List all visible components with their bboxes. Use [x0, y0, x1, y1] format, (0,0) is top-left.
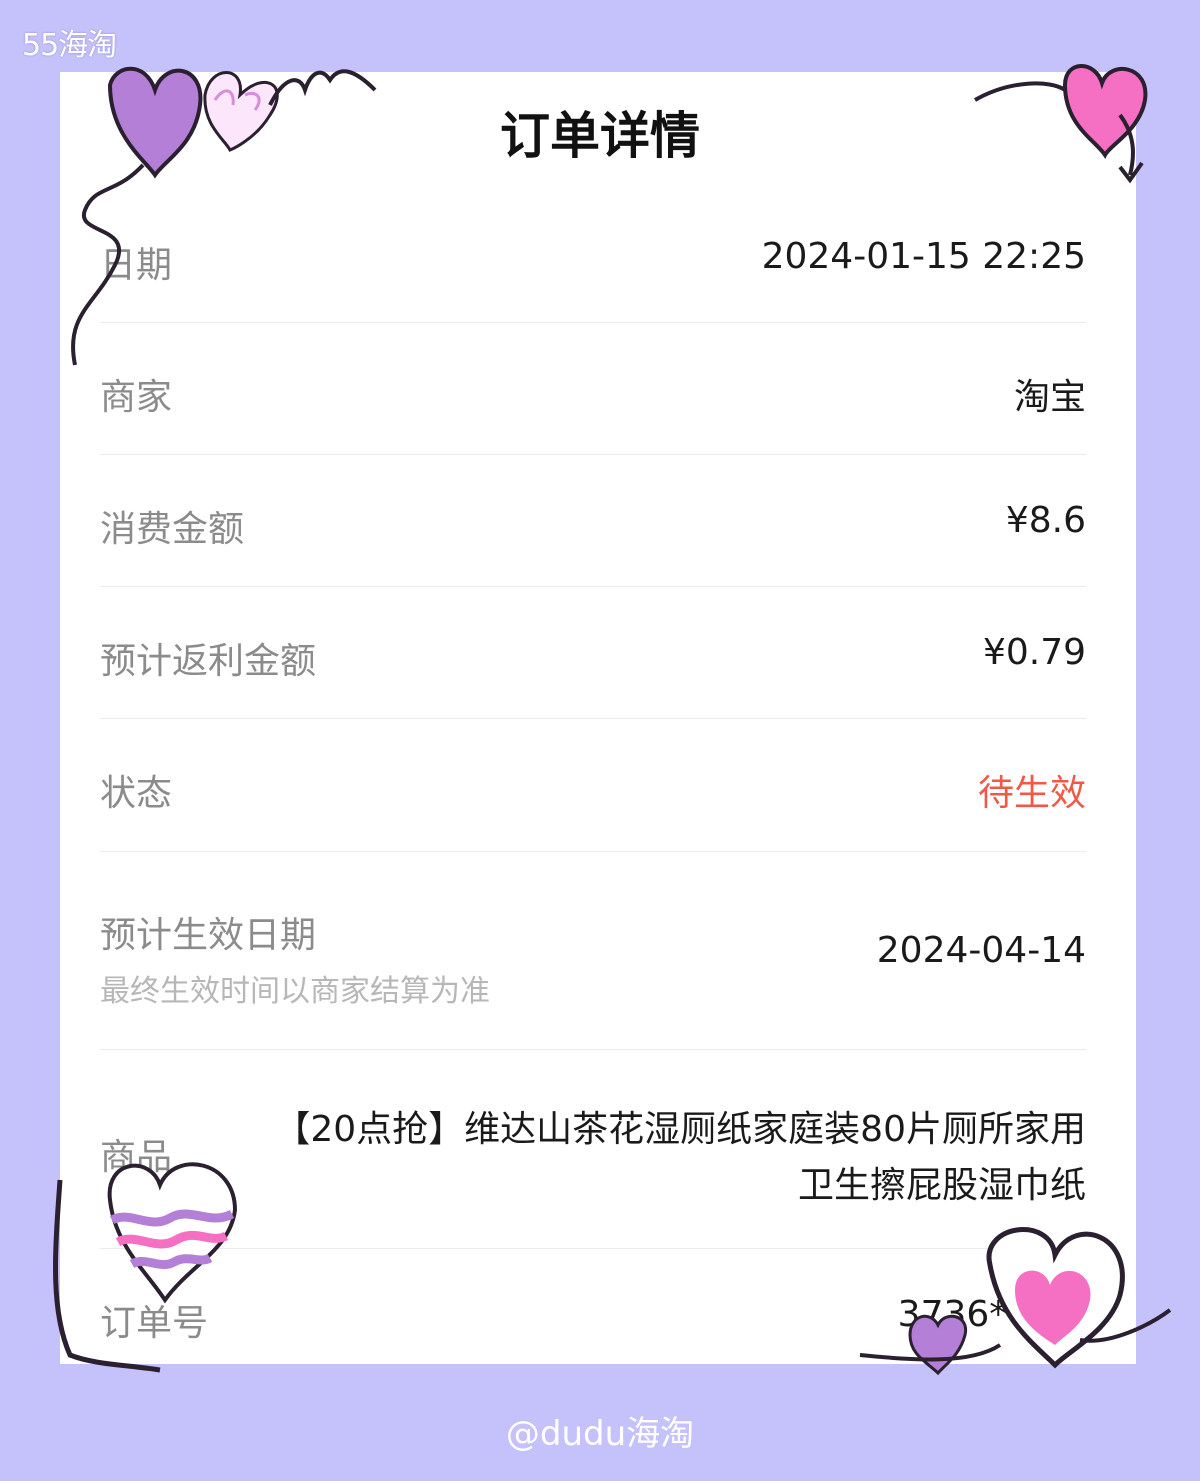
row-date: 日期 2024-01-15 22:25 — [100, 236, 1086, 286]
rebate-label: 预计返利金额 — [100, 641, 317, 682]
effective-date-value: 2024-04-14 — [876, 930, 1086, 971]
date-value: 2024-01-15 22:25 — [761, 236, 1086, 277]
date-label: 日期 — [100, 245, 173, 286]
amount-value: ¥8.6 — [1005, 500, 1086, 541]
divider — [100, 322, 1086, 323]
amount-label: 消费金额 — [100, 509, 245, 550]
effective-date-note: 最终生效时间以商家结算为准 — [100, 974, 490, 1009]
row-product: 商品 【20点抢】维达山茶花湿厕纸家庭装80片厕所家用 卫生擦屁股湿巾纸 — [100, 1100, 1086, 1210]
row-status: 状态 待生效 — [100, 764, 1086, 814]
row-amount: 消费金额 ¥8.6 — [100, 500, 1086, 550]
effective-date-label: 预计生效日期 — [100, 915, 317, 956]
row-effective-date: 预计生效日期 最终生效时间以商家结算为准 2024-04-14 — [100, 906, 1086, 1009]
product-name-line2: 卫生擦屁股湿巾纸 — [797, 1165, 1086, 1206]
footer-watermark: @dudu海淘 — [505, 1414, 695, 1454]
watermark-logo: 55海淘 — [22, 28, 117, 63]
divider — [100, 586, 1086, 587]
order-number-value: 3736***7c — [897, 1294, 1086, 1335]
status-value: 待生效 — [977, 773, 1086, 814]
row-rebate: 预计返利金额 ¥0.79 — [100, 632, 1086, 682]
order-number-label: 订单号 — [100, 1303, 209, 1344]
product-label: 商品 — [100, 1137, 173, 1178]
page-title: 订单详情 — [500, 107, 700, 165]
divider — [100, 851, 1086, 852]
divider — [100, 1049, 1086, 1050]
divider — [100, 718, 1086, 719]
rebate-value: ¥0.79 — [982, 632, 1086, 673]
merchant-value: 淘宝 — [1013, 377, 1086, 418]
status-label: 状态 — [100, 773, 173, 814]
divider — [100, 1248, 1086, 1249]
row-order-number: 订单号 3736***7c — [100, 1294, 1086, 1344]
product-name-line1: 【20点抢】维达山茶花湿厕纸家庭装80片厕所家用 — [274, 1109, 1086, 1150]
merchant-label: 商家 — [100, 377, 173, 418]
divider — [100, 454, 1086, 455]
row-merchant: 商家 淘宝 — [100, 368, 1086, 418]
